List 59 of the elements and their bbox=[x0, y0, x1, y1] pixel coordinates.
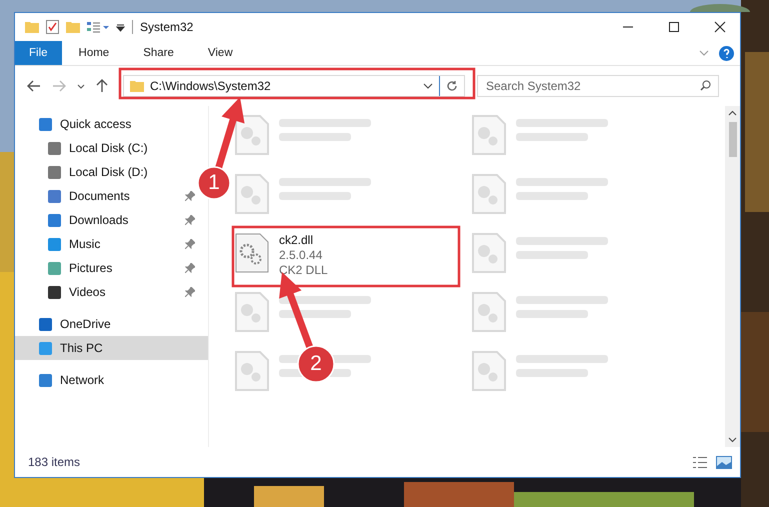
folder-icon bbox=[130, 80, 144, 92]
blurred-text bbox=[279, 310, 351, 318]
sidebar-item[interactable]: Local Disk (D:) bbox=[15, 160, 197, 184]
back-icon[interactable] bbox=[27, 80, 41, 92]
sidebar-item[interactable]: Music bbox=[15, 232, 197, 256]
details-view-icon[interactable] bbox=[692, 456, 708, 468]
blurred-text bbox=[279, 133, 351, 141]
search-field[interactable]: Search System32 bbox=[477, 75, 719, 97]
ribbon-tab[interactable]: Share bbox=[126, 41, 191, 65]
sidebar-item[interactable]: Documents bbox=[15, 184, 197, 208]
chevron-down-icon[interactable] bbox=[423, 83, 433, 89]
chevron-down-icon[interactable] bbox=[77, 84, 85, 88]
pin-icon[interactable] bbox=[185, 215, 195, 225]
file-tile[interactable]: ck2.dll 2.5.0.44 CK2 DLL bbox=[235, 231, 472, 278]
properties-icon[interactable] bbox=[87, 21, 109, 33]
sidebar-item[interactable]: Downloads bbox=[15, 208, 197, 232]
maximize-icon[interactable] bbox=[668, 21, 680, 33]
window-title: System32 bbox=[140, 20, 194, 34]
blurred-text bbox=[516, 369, 588, 377]
ribbon-tab[interactable]: View bbox=[190, 41, 250, 65]
close-icon[interactable] bbox=[714, 21, 726, 33]
scroll-up-icon[interactable] bbox=[728, 110, 737, 116]
step-badge bbox=[197, 166, 231, 200]
up-icon[interactable] bbox=[96, 79, 108, 93]
dll-file-icon bbox=[235, 233, 269, 273]
refresh-icon[interactable] bbox=[446, 80, 458, 92]
large-icons-view-icon[interactable] bbox=[716, 456, 732, 468]
file-name: ck2.dll bbox=[279, 233, 314, 248]
ribbon-tab[interactable]: Home bbox=[62, 41, 126, 65]
pin-icon[interactable] bbox=[185, 263, 195, 273]
blurred-text bbox=[516, 192, 588, 200]
sidebar-item[interactable]: OneDrive bbox=[15, 312, 208, 336]
sidebar-item[interactable]: This PC bbox=[15, 336, 208, 360]
step-number: 2 bbox=[309, 352, 323, 376]
search-icon[interactable] bbox=[700, 80, 711, 91]
pin-icon[interactable] bbox=[185, 287, 195, 297]
step-number: 1 bbox=[207, 171, 221, 195]
sidebar-item[interactable]: Quick access bbox=[15, 112, 208, 136]
step-badge bbox=[297, 345, 335, 383]
blurred-text bbox=[516, 251, 588, 259]
blurred-text bbox=[516, 133, 588, 141]
blurred-text bbox=[516, 310, 588, 318]
scroll-down-icon[interactable] bbox=[728, 437, 737, 443]
checklist-icon[interactable] bbox=[46, 20, 59, 34]
pin-icon[interactable] bbox=[185, 239, 195, 249]
scrollbar-thumb[interactable] bbox=[728, 122, 736, 157]
ribbon-tab[interactable]: File bbox=[15, 41, 62, 65]
sidebar-item[interactable]: Pictures bbox=[15, 256, 197, 280]
file-detail: CK2 DLL bbox=[279, 263, 328, 278]
blurred-text bbox=[279, 192, 351, 200]
help-icon[interactable] bbox=[719, 46, 734, 60]
sidebar-item[interactable]: Videos bbox=[15, 280, 197, 304]
file-detail: 2.5.0.44 bbox=[279, 248, 324, 263]
pin-icon[interactable] bbox=[185, 191, 195, 201]
sidebar-item[interactable]: Local Disk (C:) bbox=[15, 136, 197, 160]
dropdown-icon[interactable] bbox=[116, 22, 125, 32]
address-field[interactable]: C:\Windows\System32 bbox=[123, 75, 465, 97]
item-count: 183 items bbox=[28, 455, 80, 469]
sidebar-item[interactable]: Network bbox=[15, 368, 208, 392]
